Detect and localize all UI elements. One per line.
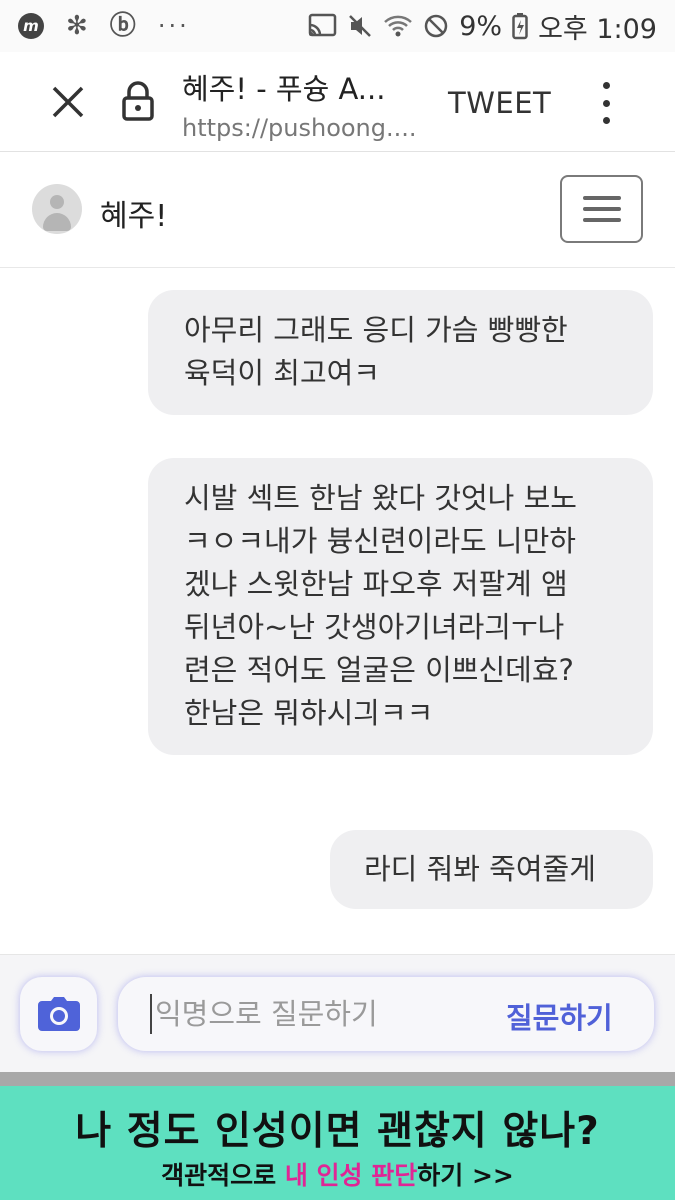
message-bubble[interactable]: 아무리 그래도 응디 가슴 빵빵한 육덕이 최고여ㅋ [148, 290, 653, 415]
messenger-app-icon: m [18, 13, 44, 39]
hamburger-line-icon [582, 218, 621, 222]
page-title: 혜주! - 푸슝 A... [182, 72, 386, 106]
tweet-button[interactable]: TWEET [448, 86, 551, 120]
site-security-button[interactable] [120, 80, 156, 122]
ad-banner[interactable]: 나 정도 인성이면 괜찮지 않나? 객관적으로 내 인성 판단하기 >> [0, 1072, 675, 1200]
kebab-dot-icon [602, 82, 610, 89]
hamburger-line-icon [582, 196, 621, 200]
camera-button[interactable] [20, 977, 97, 1051]
battery-icon [512, 13, 528, 40]
camera-icon [37, 997, 80, 1031]
page-url[interactable]: https://pushoong.... [182, 114, 432, 142]
close-button[interactable] [48, 82, 88, 122]
kebab-dot-icon [602, 99, 610, 107]
b-app-icon: ⓑ [109, 11, 136, 41]
do-not-disturb-icon [425, 14, 448, 38]
question-input-container: 질문하기 [118, 977, 654, 1051]
ad-subtitle-start: 객관적으로 [161, 1161, 285, 1190]
avatar-head-icon [50, 195, 64, 209]
more-options-button[interactable] [594, 82, 618, 124]
ask-question-button[interactable]: 질문하기 [506, 995, 613, 1037]
cast-icon [309, 13, 337, 37]
lock-icon [122, 81, 154, 121]
message-list[interactable]: 아무리 그래도 응디 가슴 빵빵한 육덕이 최고여ㅋ 시발 섹트 한남 왔다 갓… [0, 268, 675, 954]
ad-title: 나 정도 인성이면 괜찮지 않나? [75, 1109, 600, 1154]
clock: 오후 1:09 [538, 13, 657, 45]
page-title-block: 혜주! - 푸슝 A... https://pushoong.... [182, 66, 432, 142]
status-bar-left: m ✻ ⓑ ··· [18, 12, 190, 40]
network-app-icon: ✻ [66, 11, 88, 41]
ad-subtitle-end: 하기 >> [417, 1161, 514, 1190]
kebab-dot-icon [602, 117, 610, 124]
ad-subtitle: 객관적으로 내 인성 판단하기 >> [0, 1156, 675, 1192]
avatar-body-icon [43, 213, 71, 231]
avatar[interactable] [32, 184, 82, 234]
profile-header: 혜주! [0, 153, 675, 268]
browser-toolbar: 혜주! - 푸슝 A... https://pushoong.... TWEET [0, 52, 675, 152]
message-bubble[interactable]: 시발 섹트 한남 왔다 갓엇나 보노 ㅋㅇㅋ내가 븅신련이라도 니만하 겠냐 스… [148, 458, 653, 755]
ad-subtitle-highlight: 내 인성 판단 [284, 1161, 418, 1190]
status-bar-right: 9% 오후 1:09 [307, 7, 657, 46]
battery-percent: 9% [459, 10, 503, 42]
mute-icon [349, 15, 372, 37]
more-notifications-icon: ··· [157, 12, 190, 40]
message-bubble[interactable]: 라디 줘봐 죽여줄게 [330, 830, 653, 909]
profile-name[interactable]: 혜주! [100, 191, 167, 235]
question-bar: 질문하기 [0, 954, 675, 1072]
question-input[interactable] [150, 994, 480, 1034]
hamburger-line-icon [582, 207, 621, 211]
wifi-icon [384, 15, 413, 37]
hamburger-menu-button[interactable] [560, 175, 643, 243]
close-icon [52, 86, 84, 118]
status-bar: m ✻ ⓑ ··· 9% 오후 1:09 [0, 0, 675, 52]
